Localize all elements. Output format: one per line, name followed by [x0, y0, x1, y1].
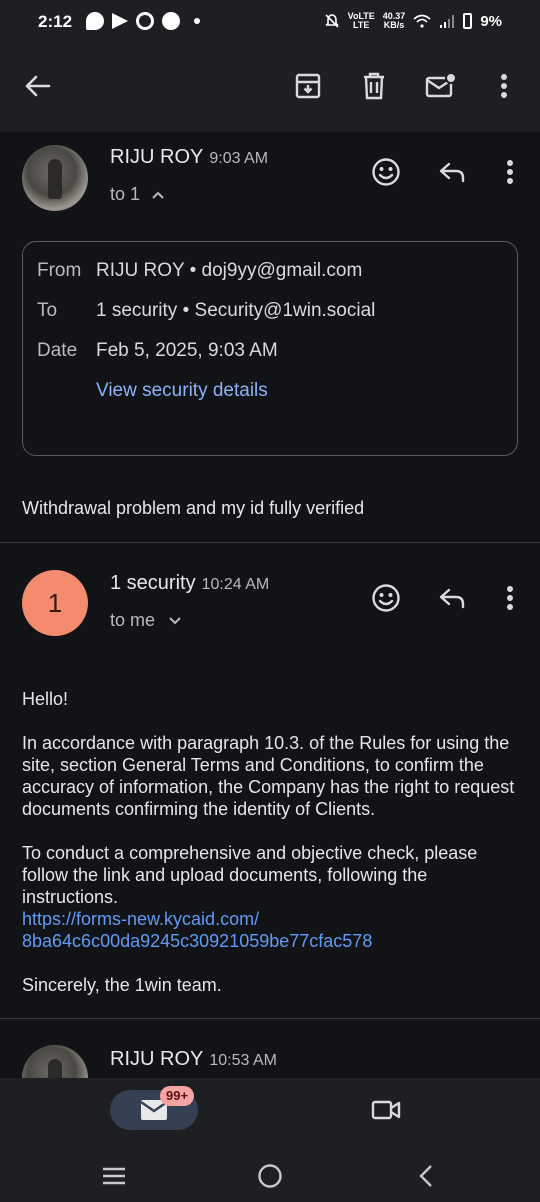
network-speed: 40.37 KB/s — [382, 11, 406, 30]
message-greeting: Hello! — [22, 689, 69, 709]
battery-percent: 9% — [480, 12, 502, 30]
message-divider — [0, 1018, 540, 1019]
message3-sender: RIJU ROY 10:53 AM — [110, 1048, 277, 1071]
video-camera-icon — [371, 1100, 401, 1120]
battery-icon — [463, 13, 473, 29]
message-paragraph: To conduct a comprehensive and objective… — [22, 843, 478, 907]
sender-name: 1 security — [110, 572, 196, 594]
status-time: 2:12 — [38, 12, 73, 31]
to-label: To — [37, 300, 58, 321]
from-label: From — [37, 260, 82, 281]
sender-name: RIJU ROY — [110, 146, 204, 168]
from-value: RIJU ROY • doj9yy@gmail.com — [96, 260, 363, 281]
details-from-row: From RIJU ROY • doj9yy@gmail.com — [37, 260, 362, 282]
mute-icon — [325, 14, 339, 28]
reply-icon — [439, 162, 465, 183]
app-icon — [162, 12, 180, 30]
kyc-link[interactable]: https://forms-new.kycaid.com/ 8ba64c6c00… — [22, 908, 522, 952]
status-bar: 2:12 VoLTE LTE 40.37 KB/s 9% — [0, 0, 540, 44]
date-label: Date — [37, 340, 78, 361]
top-app-bar — [0, 44, 540, 132]
notification-icons — [86, 12, 200, 30]
system-back-button[interactable] — [410, 1160, 442, 1192]
signal-icon — [440, 15, 455, 28]
more-vert-icon — [507, 586, 513, 610]
smiley-icon — [372, 158, 400, 186]
wifi-icon — [413, 14, 431, 28]
chevron-left-icon — [419, 1165, 432, 1187]
system-navigation-bar — [0, 1150, 540, 1202]
details-to-row: To 1 security • Security@1win.social — [37, 300, 375, 322]
archive-button[interactable] — [290, 68, 326, 104]
more-vert-icon — [507, 160, 513, 184]
message-divider — [0, 542, 540, 543]
back-button[interactable] — [20, 68, 56, 104]
reply-icon — [439, 588, 465, 609]
bottom-navigation: 99+ — [0, 1078, 540, 1150]
chat-bubble-icon — [86, 12, 104, 30]
network-type: VoLTE LTE — [347, 11, 375, 30]
link-line: https://forms-new.kycaid.com/ — [22, 909, 260, 929]
message-signoff: Sincerely, the 1win team. — [22, 975, 222, 995]
status-right: VoLTE LTE 40.37 KB/s 9% — [324, 12, 502, 30]
to-value: 1 security • Security@1win.social — [96, 300, 376, 321]
message-details-card: From RIJU ROY • doj9yy@gmail.com To 1 se… — [22, 241, 518, 456]
missed-call-icon — [136, 12, 154, 30]
reply-button[interactable] — [434, 154, 470, 190]
more-notifications-dot-icon — [194, 18, 200, 24]
message2-sender: 1 security 10:24 AM — [110, 572, 269, 595]
message-time: 10:24 AM — [201, 576, 270, 593]
message1-body: Withdrawal problem and my id fully verif… — [22, 498, 365, 518]
message-more-button[interactable] — [496, 580, 524, 616]
delete-button[interactable] — [356, 68, 392, 104]
link-line: 8ba64c6c00da9245c30921059be77cfac578 — [22, 931, 373, 951]
chevron-down-icon — [169, 617, 181, 625]
message1-sender: RIJU ROY 9:03 AM — [110, 146, 268, 169]
reply-button[interactable] — [434, 580, 470, 616]
details-date-row: Date Feb 5, 2025, 9:03 AM — [37, 340, 278, 362]
message-time: 10:53 AM — [209, 1052, 277, 1069]
recipients-label: to 1 — [110, 184, 141, 204]
mail-unread-icon — [425, 72, 457, 98]
telegram-icon — [112, 13, 128, 29]
message-time: 9:03 AM — [209, 150, 269, 167]
view-security-details-link[interactable]: View security details — [96, 380, 268, 402]
meet-tab[interactable] — [366, 1094, 406, 1126]
recipients-toggle[interactable]: to me — [110, 610, 182, 631]
recents-button[interactable] — [98, 1160, 130, 1192]
sender-avatar[interactable] — [22, 145, 88, 211]
recents-icon — [103, 1167, 125, 1185]
sender-avatar[interactable]: 1 — [22, 570, 88, 636]
chevron-up-icon — [152, 191, 164, 199]
trash-icon — [364, 72, 384, 100]
more-vert-icon — [501, 74, 507, 98]
home-button[interactable] — [254, 1160, 286, 1192]
smiley-icon — [372, 584, 400, 612]
recipients-toggle[interactable]: to 1 — [110, 184, 165, 205]
message-paragraph: In accordance with paragraph 10.3. of th… — [22, 733, 515, 819]
emoji-reaction-button[interactable] — [368, 154, 404, 190]
recipients-label: to me — [110, 610, 156, 630]
sender-name: RIJU ROY — [110, 1048, 204, 1070]
arrow-left-icon — [25, 75, 51, 97]
archive-icon — [295, 73, 321, 99]
mark-unread-button[interactable] — [422, 68, 460, 104]
unread-badge: 99+ — [160, 1086, 195, 1106]
emoji-reaction-button[interactable] — [368, 580, 404, 616]
more-options-button[interactable] — [490, 68, 518, 104]
home-circle-icon — [258, 1164, 282, 1188]
date-value: Feb 5, 2025, 9:03 AM — [96, 340, 278, 361]
message-more-button[interactable] — [496, 154, 524, 190]
